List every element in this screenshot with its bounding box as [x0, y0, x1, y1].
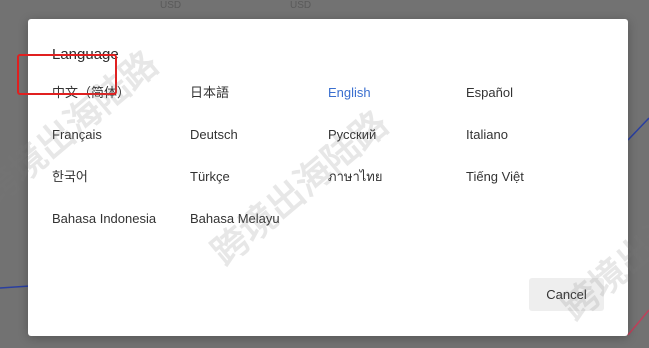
- selection-highlight-box: [17, 54, 117, 95]
- language-option-ko[interactable]: 한국어: [52, 167, 88, 187]
- language-option-it[interactable]: Italiano: [466, 125, 508, 145]
- language-option-es[interactable]: Español: [466, 83, 513, 103]
- language-option-en[interactable]: English: [328, 83, 371, 103]
- cancel-button[interactable]: Cancel: [529, 278, 604, 311]
- language-option-ms[interactable]: Bahasa Melayu: [190, 209, 280, 229]
- language-option-id[interactable]: Bahasa Indonesia: [52, 209, 156, 229]
- language-option-fr[interactable]: Français: [52, 125, 102, 145]
- language-option-vi[interactable]: Tiếng Việt: [466, 167, 524, 187]
- language-option-th[interactable]: ภาษาไทย: [328, 167, 382, 187]
- language-option-tr[interactable]: Türkçe: [190, 167, 230, 187]
- language-option-ru[interactable]: Русский: [328, 125, 376, 145]
- language-option-de[interactable]: Deutsch: [190, 125, 238, 145]
- language-dialog: Language 中文（简体） 日本語 English Español Fran…: [28, 19, 628, 336]
- language-option-ja[interactable]: 日本語: [190, 83, 229, 103]
